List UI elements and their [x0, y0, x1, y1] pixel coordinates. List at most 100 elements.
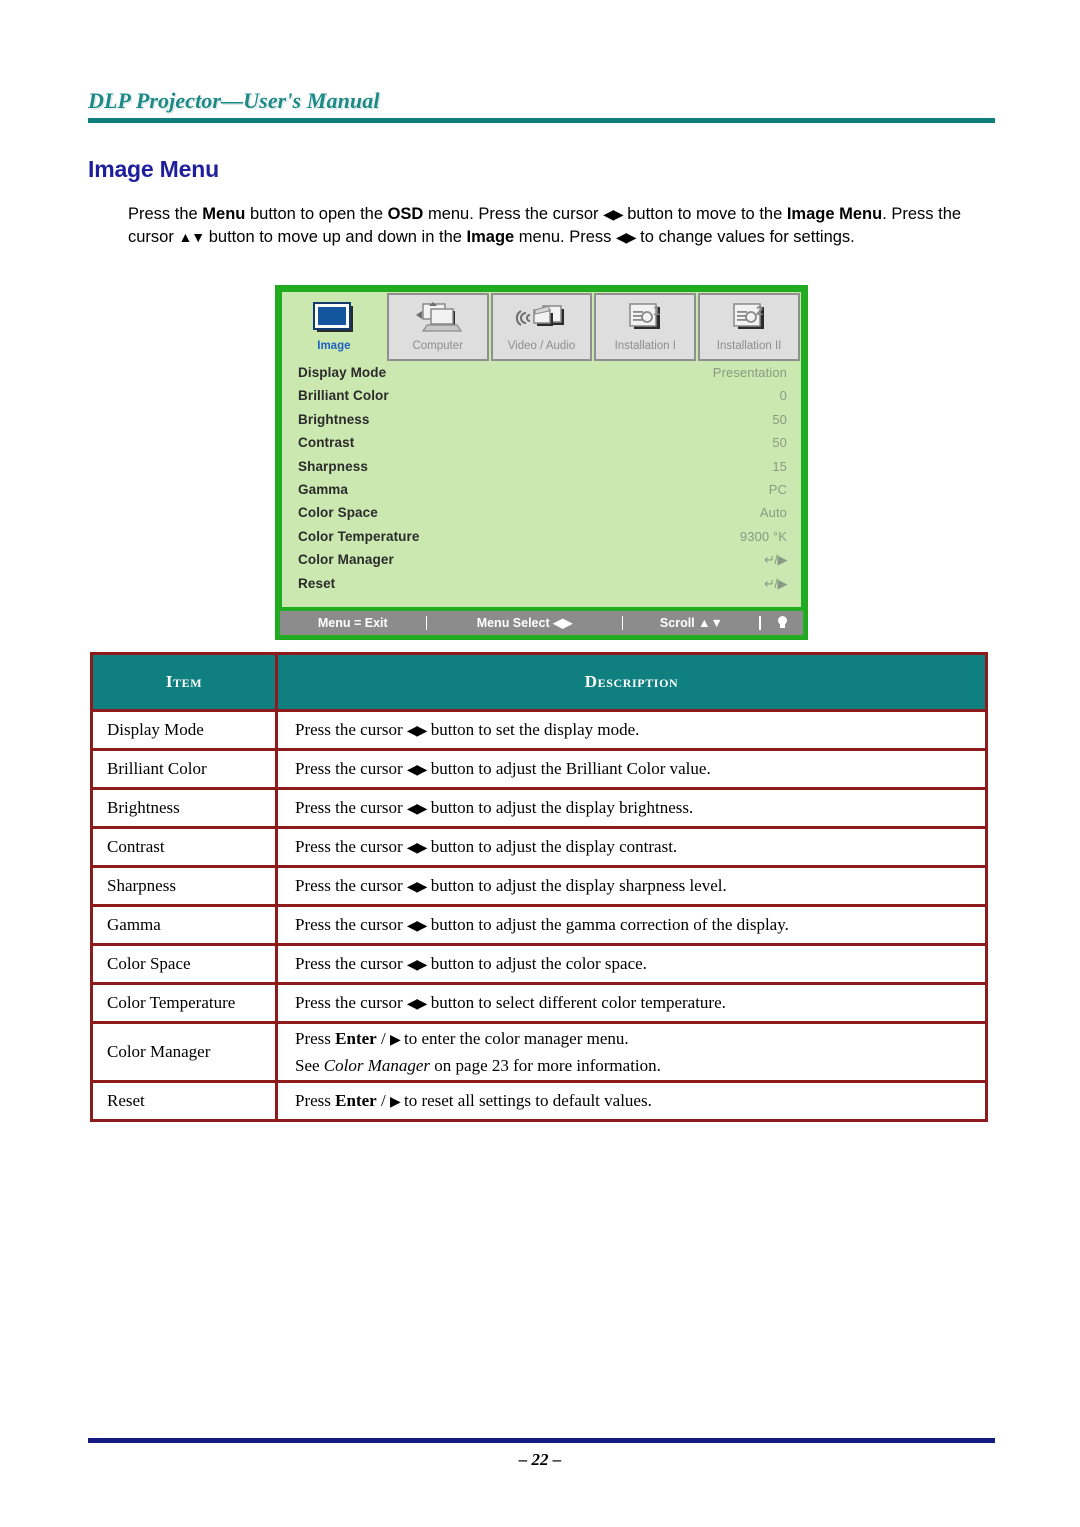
desc-italic-cross-ref: Color Manager: [323, 1056, 431, 1075]
osd-value-contrast: 50: [772, 435, 787, 451]
item-color-space: Color Space: [90, 943, 278, 985]
desc-post: button to adjust the display brightness.: [426, 798, 694, 817]
osd-tab-computer[interactable]: Computer: [386, 293, 489, 361]
left-right-arrow-icon: ◀▶: [406, 880, 428, 895]
osd-row-color-temperature[interactable]: Color Temperature 9300 °K: [298, 529, 787, 552]
osd-label-sharpness: Sharpness: [298, 458, 368, 474]
osd-menu-screenshot: Image Computer Video / Audio 1 Installat…: [275, 285, 808, 640]
osd-label-color-space: Color Space: [298, 505, 378, 521]
intro-text-6: button to move up and down in the: [204, 228, 467, 246]
up-down-arrow-icon: ▲▼: [178, 229, 205, 245]
desc-post: button to adjust the Brilliant Color val…: [426, 759, 711, 778]
manual-title: DLP Projector—User's Manual: [88, 88, 380, 113]
desc-color-space: Press the cursor ◀▶ button to adjust the…: [275, 943, 988, 985]
osd-tab-installation-1[interactable]: 1 Installation I: [594, 293, 697, 361]
osd-label-contrast: Contrast: [298, 435, 355, 451]
left-right-arrow-icon: ◀▶: [406, 919, 428, 934]
osd-value-brightness: 50: [772, 411, 787, 427]
intro-text-2: button to open the: [245, 205, 388, 223]
osd-value-gamma: PC: [768, 481, 787, 497]
item-sharpness: Sharpness: [90, 865, 278, 907]
desc-pre: Press the cursor: [295, 759, 407, 778]
intro-text-4: button to move to the: [622, 205, 787, 223]
osd-value-brilliant-color: 0: [779, 388, 787, 404]
table-row: Display Mode Press the cursor ◀▶ button …: [90, 709, 988, 751]
osd-status-scroll: Scroll ▲▼: [659, 615, 723, 630]
lamp-bulb-icon: [761, 616, 803, 629]
table-row: Color Manager Press Enter / ▶ to enter t…: [90, 1021, 988, 1083]
desc-color-manager-line-2: See Color Manager on page 23 for more in…: [295, 1053, 985, 1078]
left-right-arrow-icon: ◀▶: [603, 206, 624, 222]
osd-row-contrast[interactable]: Contrast 50: [298, 435, 787, 458]
left-right-arrow-icon: ◀▶: [406, 958, 428, 973]
desc-color-manager: Press Enter / ▶ to enter the color manag…: [275, 1021, 988, 1083]
intro-text-8: to change values for settings.: [635, 228, 855, 246]
osd-value-color-space: Auto: [759, 505, 787, 521]
table-header-row: Item Description: [90, 652, 988, 712]
video-audio-icon: [515, 295, 567, 340]
osd-tab-label-image: Image: [317, 340, 351, 352]
table-row: Color Space Press the cursor ◀▶ button t…: [90, 943, 988, 985]
right-arrow-icon: ▶: [389, 1033, 401, 1048]
computer-laptop-icon: [413, 295, 463, 340]
desc-bold-enter: Enter: [335, 1029, 377, 1048]
left-right-arrow-icon: ◀▶: [406, 841, 428, 856]
page-number: – 22 –: [518, 1450, 562, 1469]
desc-gamma: Press the cursor ◀▶ button to adjust the…: [275, 904, 988, 946]
osd-status-exit: Menu = Exit: [317, 615, 388, 630]
osd-tab-label-video-audio: Video / Audio: [507, 340, 576, 352]
osd-row-brilliant-color[interactable]: Brilliant Color 0: [298, 388, 787, 411]
osd-row-reset[interactable]: Reset ↵/▶: [298, 575, 788, 599]
intro-text-7: menu. Press: [514, 228, 616, 246]
osd-row-sharpness[interactable]: Sharpness 15: [298, 459, 787, 482]
desc-pre: Press the cursor: [295, 954, 407, 973]
osd-row-color-space[interactable]: Color Space Auto: [298, 505, 787, 528]
table-row: Brightness Press the cursor ◀▶ button to…: [90, 787, 988, 829]
table-row: Contrast Press the cursor ◀▶ button to a…: [90, 826, 988, 868]
desc-mid: /: [376, 1091, 390, 1110]
osd-tab-label-installation-2: Installation II: [716, 340, 782, 352]
item-color-temperature: Color Temperature: [90, 982, 278, 1024]
intro-bold-image: Image: [466, 228, 515, 246]
desc-pre: Press the cursor: [295, 837, 407, 856]
osd-tab-label-computer: Computer: [412, 340, 463, 352]
item-brightness: Brightness: [90, 787, 278, 829]
column-header-description: Description: [275, 652, 988, 712]
osd-row-color-manager[interactable]: Color Manager ↵/▶: [298, 552, 788, 575]
osd-row-gamma[interactable]: Gamma PC: [298, 482, 787, 505]
desc-pre: Press the cursor: [295, 876, 407, 895]
item-reset: Reset: [90, 1080, 278, 1122]
osd-row-brightness[interactable]: Brightness 50: [298, 412, 787, 435]
item-color-manager: Color Manager: [90, 1021, 278, 1083]
left-right-arrow-icon: ◀▶: [406, 724, 428, 739]
desc-sharpness: Press the cursor ◀▶ button to adjust the…: [275, 865, 988, 907]
item-display-mode: Display Mode: [90, 709, 278, 751]
intro-bold-menu: Menu: [202, 205, 246, 223]
table-row: Sharpness Press the cursor ◀▶ button to …: [90, 865, 988, 907]
osd-tab-image[interactable]: Image: [283, 293, 385, 361]
intro-bold-osd: OSD: [387, 205, 424, 223]
desc-brilliant-color: Press the cursor ◀▶ button to adjust the…: [275, 748, 988, 790]
desc-pre: Press the cursor: [295, 993, 407, 1012]
right-arrow-icon: ▶: [389, 1095, 401, 1110]
osd-value-display-mode: Presentation: [712, 365, 787, 380]
left-right-arrow-icon: ◀▶: [406, 763, 428, 778]
osd-tab-installation-2[interactable]: 2 Installation II: [698, 293, 800, 361]
desc-bold-enter: Enter: [335, 1091, 377, 1110]
table-row: Reset Press Enter / ▶ to reset all setti…: [90, 1080, 988, 1122]
desc-color-temperature: Press the cursor ◀▶ button to select dif…: [275, 982, 988, 1024]
desc-post: button to adjust the display sharpness l…: [426, 876, 727, 895]
item-contrast: Contrast: [90, 826, 278, 868]
left-right-arrow-icon: ◀▶: [406, 802, 428, 817]
osd-tab-video-audio[interactable]: Video / Audio: [490, 293, 593, 361]
desc-brightness: Press the cursor ◀▶ button to adjust the…: [275, 787, 988, 829]
desc-pre: Press: [295, 1091, 336, 1110]
table-row: Color Temperature Press the cursor ◀▶ bu…: [90, 982, 988, 1024]
osd-inner-frame: Image Computer Video / Audio 1 Installat…: [280, 290, 803, 609]
osd-value-color-temperature: 9300 °K: [739, 528, 787, 544]
intro-bold-image-menu: Image Menu: [786, 205, 883, 223]
enter-arrow-icon-reset: ↵/▶: [763, 575, 788, 591]
osd-row-display-mode[interactable]: Display Mode Presentation: [298, 365, 787, 388]
image-menu-description-table: Item Description Display Mode Press the …: [90, 652, 988, 1122]
desc-mid: /: [376, 1029, 390, 1048]
